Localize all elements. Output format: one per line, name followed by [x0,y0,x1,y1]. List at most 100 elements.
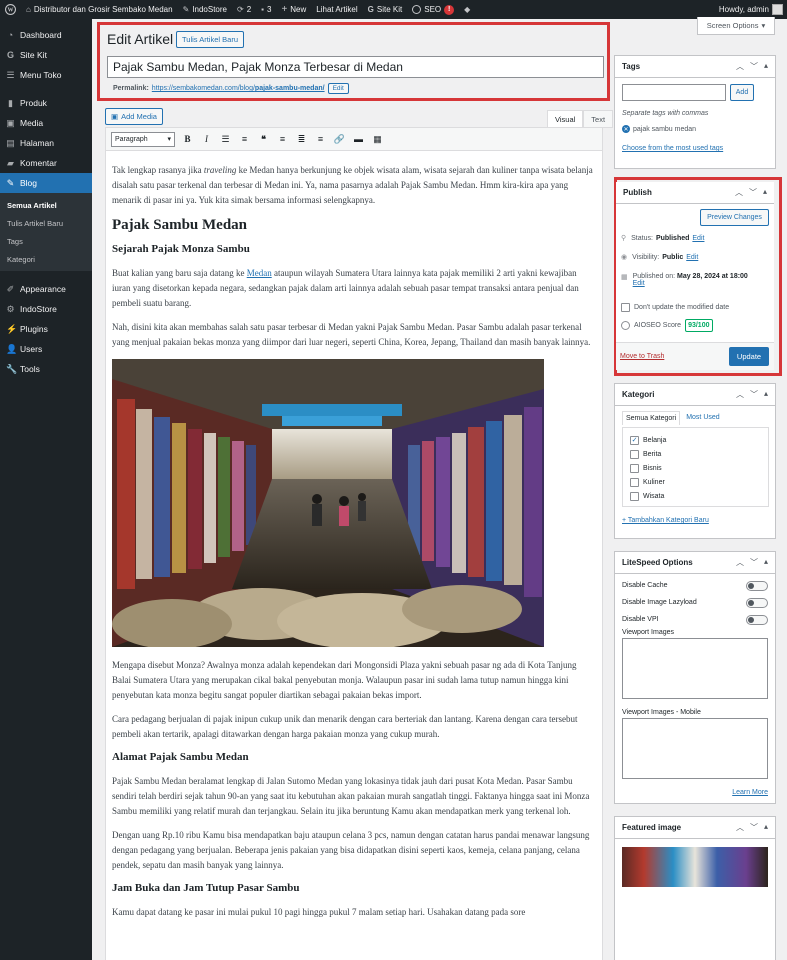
toolbar-toggle-icon[interactable]: ▦ [371,132,384,146]
comments-link[interactable]: ▪ 3 [256,0,276,19]
toggle-arrow-icon[interactable]: ▴ [763,187,767,198]
new-tag-input[interactable] [622,84,726,101]
tab-most-used[interactable]: Most Used [680,411,725,425]
update-button[interactable]: Update [729,347,769,366]
toggle-arrow-icon[interactable]: ▴ [764,557,768,568]
add-new-post-button[interactable]: Tulis Artikel Baru [176,31,244,48]
preview-changes-button[interactable]: Preview Changes [700,209,769,226]
disable-cache-toggle[interactable] [746,580,768,591]
add-media-button[interactable]: ▣ Add Media [105,108,163,125]
post-title-input[interactable]: Pajak Sambu Medan, Pajak Monza Terbesar … [107,56,604,78]
edit-status-link[interactable]: Edit [692,235,704,242]
litespeed-box-header[interactable]: LiteSpeed Options ︿ ﹀ ▴ [615,552,775,574]
sitekit-link[interactable]: G Site Kit [363,0,408,19]
most-used-tags-link[interactable]: Choose from the most used tags [622,145,768,152]
align-center-icon[interactable]: ≣ [295,132,308,146]
add-category-link[interactable]: + Tambahkan Kategori Baru [622,517,709,524]
submenu-semua-artikel[interactable]: Semua Artikel [0,196,92,214]
sidebar-item-blog[interactable]: ✎ Blog [0,173,92,193]
italic-icon[interactable]: I [200,132,213,146]
wordpress-logo-icon[interactable]: W [0,0,21,19]
permalink-link[interactable]: https://sembakomedan.com/blog/pajak-samb… [152,85,325,92]
sidebar-item-plugins[interactable]: ⚡ Plugins [0,319,92,339]
disable-lazyload-toggle[interactable] [746,597,768,608]
seo-link[interactable]: SEO ! [407,0,459,19]
tab-semua-kategori[interactable]: Semua Kategori [622,411,681,425]
new-content-link[interactable]: + New [276,0,311,19]
featured-image-box-header[interactable]: Featured image ︿ ﹀ ▴ [615,817,775,839]
screen-options-button[interactable]: Screen Options ▾ [697,17,775,35]
category-checkbox[interactable] [630,463,639,473]
tab-visual[interactable]: Visual [547,110,584,128]
chevron-up-icon[interactable]: ︿ [736,557,744,568]
blockquote-icon[interactable]: ❝ [257,132,270,146]
remove-tag-icon[interactable]: ✕ [622,125,630,133]
view-post-link[interactable]: Lihat Artikel [311,0,362,19]
chevron-up-icon[interactable]: ︿ [736,822,744,833]
sidebar-item-komentar[interactable]: ▰ Komentar [0,153,92,173]
chevron-down-icon[interactable]: ﹀ [750,61,758,72]
sidebar-item-menu-toko[interactable]: ☰ Menu Toko [0,65,92,85]
updates-link[interactable]: ⟳ 2 [232,0,256,19]
align-left-icon[interactable]: ≡ [276,132,289,146]
toggle-arrow-icon[interactable]: ▴ [764,822,768,833]
sidebar-item-users[interactable]: 👤 Users [0,339,92,359]
edit-date-link[interactable]: Edit [633,280,645,287]
edit-visibility-link[interactable]: Edit [686,254,698,261]
viewport-images-mobile-textarea[interactable] [622,718,768,779]
submenu-tulis-artikel-baru[interactable]: Tulis Artikel Baru [0,214,92,232]
edit-slug-button[interactable]: Edit [327,83,349,94]
toggle-arrow-icon[interactable]: ▴ [764,389,768,400]
sidebar-item-indostore[interactable]: ⚙ IndoStore [0,299,92,319]
bold-icon[interactable]: B [181,132,194,146]
category-checkbox[interactable]: ✓ [630,435,639,445]
viewport-images-textarea[interactable] [622,638,768,699]
toggle-arrow-icon[interactable]: ▴ [764,61,768,72]
chevron-down-icon[interactable]: ﹀ [750,389,758,400]
editor-content[interactable]: Tak lengkap rasanya jika traveling ke Me… [106,151,602,920]
learn-more-link[interactable]: Learn More [732,789,768,796]
category-checkbox[interactable] [630,491,639,501]
diamond-link[interactable]: ◆ [459,0,475,19]
featured-image-thumbnail[interactable] [622,847,768,887]
add-tag-button[interactable]: Add [730,84,754,101]
sidebar-item-label: IndoStore [20,304,57,314]
text-run-italic: traveling [203,165,237,175]
bullet-list-icon[interactable]: ☰ [219,132,232,146]
chevron-up-icon[interactable]: ︿ [736,61,744,72]
submenu-tags[interactable]: Tags [0,232,92,250]
tags-box-header[interactable]: Tags ︿ ﹀ ▴ [615,56,775,78]
sidebar-item-tools[interactable]: 🔧 Tools [0,359,92,379]
link-icon[interactable]: 🔗 [333,132,346,146]
chevron-down-icon[interactable]: ﹀ [749,187,757,198]
market-photo[interactable] [112,359,544,647]
dont-update-checkbox[interactable] [621,303,630,312]
sidebar-item-media[interactable]: ▣ Media [0,113,92,133]
move-to-trash-link[interactable]: Move to Trash [620,353,664,360]
read-more-icon[interactable]: ▬ [352,132,365,146]
medan-link[interactable]: Medan [247,268,272,278]
kategori-box-header[interactable]: Kategori ︿ ﹀ ▴ [615,384,775,406]
site-name-link[interactable]: ⌂ Distributor dan Grosir Sembako Medan [21,0,178,19]
sidebar-item-sitekit[interactable]: G Site Kit [0,45,92,65]
indostore-link[interactable]: ✎ IndoStore [178,0,232,19]
aioseo-score-badge[interactable]: 93/100 [685,319,713,332]
publish-box-header[interactable]: Publish ︿ ﹀ ▴ [616,182,774,204]
sidebar-item-produk[interactable]: ▮ Produk [0,93,92,113]
sidebar-item-appearance[interactable]: ✐ Appearance [0,279,92,299]
sidebar-item-halaman[interactable]: ▤ Halaman [0,133,92,153]
category-checkbox[interactable] [630,477,639,487]
format-select[interactable]: Paragraph ▾ [111,131,175,147]
chevron-down-icon[interactable]: ﹀ [750,822,758,833]
align-right-icon[interactable]: ≡ [314,132,327,146]
numbered-list-icon[interactable]: ≡ [238,132,251,146]
chevron-down-icon[interactable]: ﹀ [750,557,758,568]
disable-vpi-toggle[interactable] [746,614,768,625]
chevron-up-icon[interactable]: ︿ [736,389,744,400]
chevron-up-icon[interactable]: ︿ [735,187,743,198]
sidebar-item-dashboard[interactable]: ◔ Dashboard [0,25,92,45]
category-checkbox[interactable] [630,449,639,459]
heading-sejarah: Sejarah Pajak Monza Sambu [112,243,250,255]
tab-text[interactable]: Text [583,110,614,128]
submenu-kategori[interactable]: Kategori [0,250,92,268]
